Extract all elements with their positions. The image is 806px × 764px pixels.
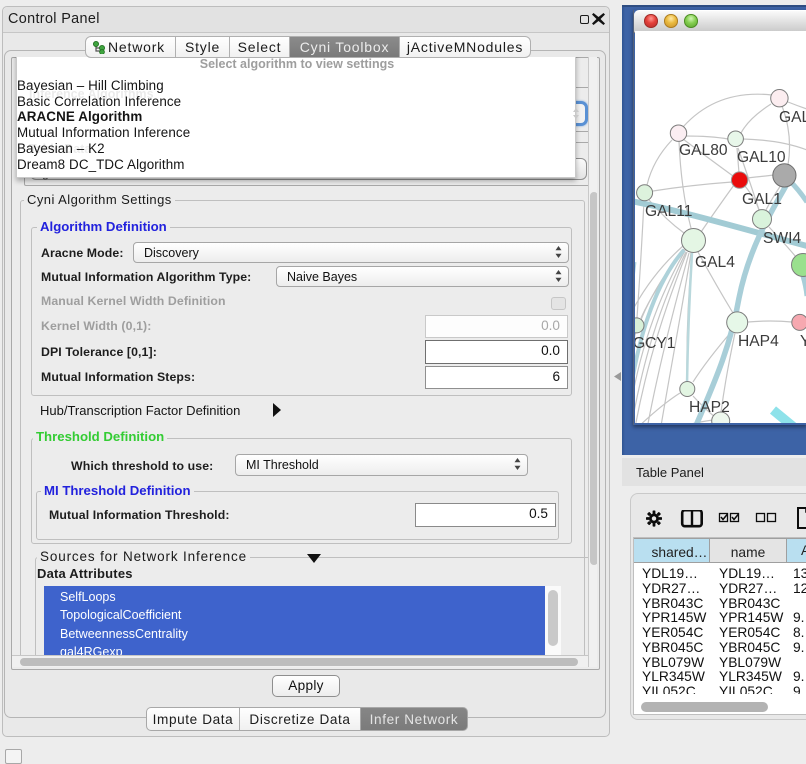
svg-text:GAL1: GAL1 [742, 191, 782, 208]
svg-text:GCY1: GCY1 [635, 335, 675, 352]
svg-text:HAP2: HAP2 [689, 399, 730, 416]
svg-text:YM: YM [800, 333, 806, 350]
svg-text:GAL80: GAL80 [679, 142, 728, 159]
svg-text:SWI4: SWI4 [763, 230, 801, 247]
svg-text:GAL10: GAL10 [737, 149, 786, 166]
svg-text:GAL4: GAL4 [695, 254, 735, 271]
svg-text:GAL3: GAL3 [779, 109, 806, 126]
svg-text:GAL11: GAL11 [645, 203, 692, 220]
svg-text:HAP4: HAP4 [738, 333, 779, 350]
